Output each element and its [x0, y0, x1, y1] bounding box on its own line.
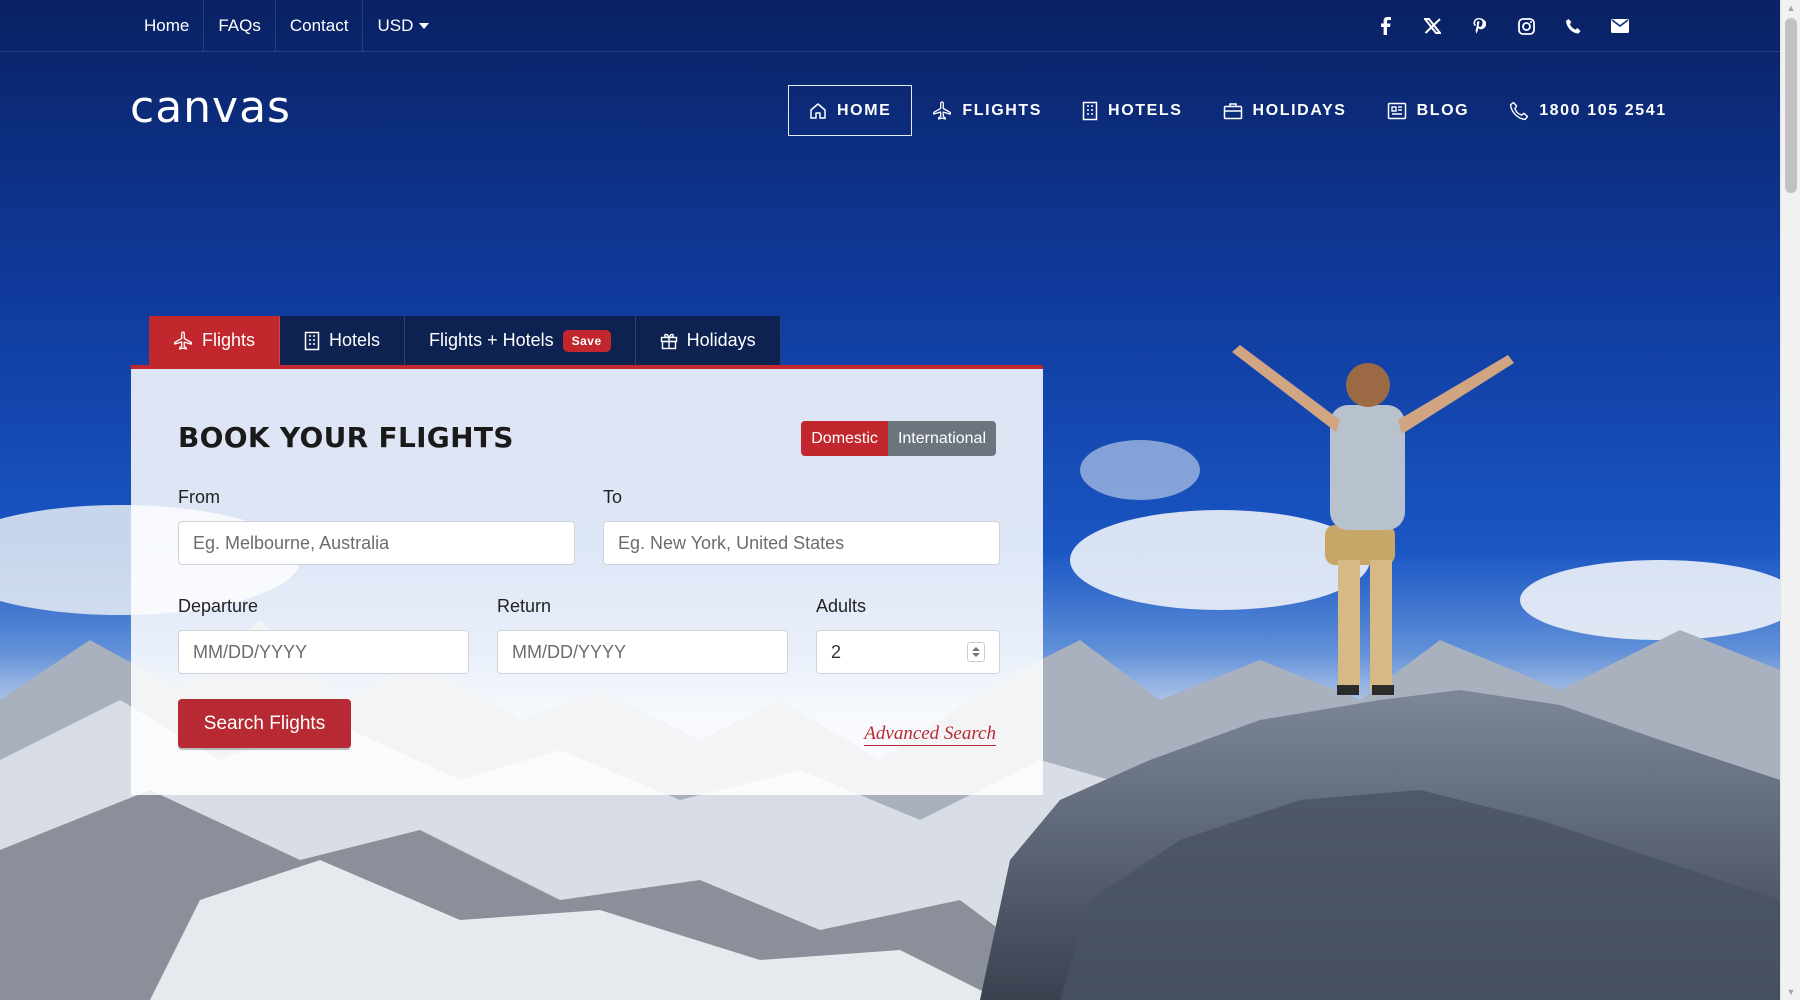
tab-flights[interactable]: Flights: [149, 316, 281, 365]
top-link-contact[interactable]: Contact: [276, 0, 364, 52]
nav-flights[interactable]: FLIGHTS: [912, 85, 1062, 136]
save-badge: Save: [562, 329, 611, 352]
phone-icon[interactable]: [1558, 12, 1588, 40]
to-input[interactable]: Eg. New York, United States: [603, 521, 1000, 565]
top-link-home[interactable]: Home: [130, 0, 205, 52]
nav-hotels-label: HOTELS: [1108, 101, 1183, 119]
domestic-button[interactable]: Domestic: [801, 421, 888, 456]
x-icon[interactable]: [1417, 12, 1447, 40]
nav-phone[interactable]: 1800 105 2541: [1489, 85, 1687, 136]
plane-icon: [933, 100, 952, 120]
booking-panel: BOOK YOUR FLIGHTS Domestic International…: [131, 365, 1043, 795]
nav-holidays-label: HOLIDAYS: [1252, 101, 1347, 119]
newspaper-icon: [1387, 102, 1406, 119]
nav-blog-label: BLOG: [1416, 101, 1470, 119]
to-label: To: [603, 487, 623, 507]
building-icon: [304, 331, 320, 350]
nav-flights-label: FLIGHTS: [962, 101, 1043, 119]
caret-down-icon: [419, 23, 430, 29]
scroll-up-arrow-icon[interactable]: ▲: [1781, 0, 1800, 16]
search-flights-button[interactable]: Search Flights: [178, 699, 351, 748]
scroll-thumb[interactable]: [1785, 18, 1797, 193]
from-label: From: [178, 487, 220, 507]
tab-flights-label: Flights: [202, 330, 256, 350]
from-input[interactable]: Eg. Melbourne, Australia: [178, 521, 575, 565]
departure-date-input[interactable]: MM/DD/YYYY: [178, 630, 469, 674]
adults-label: Adults: [816, 596, 867, 616]
tab-flights-hotels[interactable]: Flights + Hotels Save: [405, 316, 636, 365]
page-title: BOOK YOUR FLIGHTS: [178, 421, 514, 454]
currency-label: USD: [377, 16, 414, 35]
nav-hotels[interactable]: HOTELS: [1062, 85, 1203, 136]
nav-holidays[interactable]: HOLIDAYS: [1203, 85, 1367, 136]
nav-blog[interactable]: BLOG: [1367, 85, 1490, 136]
home-icon: [810, 102, 826, 119]
suitcase-icon: [1223, 102, 1242, 119]
return-label: Return: [497, 596, 552, 616]
tab-hotels[interactable]: Hotels: [280, 316, 406, 365]
return-date-input[interactable]: MM/DD/YYYY: [497, 630, 788, 674]
stepper-arrows-icon[interactable]: [967, 642, 985, 662]
international-button[interactable]: International: [887, 421, 996, 456]
tab-holidays-label: Holidays: [686, 330, 756, 350]
adults-value: 2: [831, 642, 842, 662]
page-scrollbar[interactable]: ▲ ▼: [1780, 0, 1800, 1000]
social-links: [1370, 12, 1635, 40]
tab-hotels-label: Hotels: [329, 330, 381, 350]
tab-holidays[interactable]: Holidays: [635, 316, 781, 365]
booking-tabs: Flights Hotels Flights + Hotels Save Hol…: [149, 316, 781, 365]
pinterest-icon[interactable]: [1464, 12, 1494, 40]
nav-phone-label: 1800 105 2541: [1539, 101, 1667, 119]
currency-dropdown[interactable]: USD: [363, 0, 443, 52]
top-links: Home FAQs Contact USD: [130, 0, 443, 52]
top-bar: Home FAQs Contact USD: [0, 0, 1780, 52]
nav-home-label: HOME: [837, 101, 892, 119]
plane-icon: [174, 330, 192, 350]
facebook-icon[interactable]: [1370, 12, 1400, 40]
adults-stepper[interactable]: 2: [816, 630, 1000, 674]
nav-home[interactable]: HOME: [788, 85, 913, 136]
top-link-faqs[interactable]: FAQs: [204, 0, 276, 52]
mail-icon[interactable]: [1605, 12, 1635, 40]
main-navigation: HOME FLIGHTS HOTELS HOLIDAYS BLOG 1800 1…: [788, 85, 1687, 136]
phone-icon: [1510, 101, 1529, 120]
departure-label: Departure: [178, 596, 259, 616]
building-icon: [1082, 101, 1098, 120]
flight-type-toggle: Domestic International: [801, 421, 996, 456]
site-logo[interactable]: canvas: [130, 82, 291, 134]
advanced-search-link[interactable]: Advanced Search: [864, 723, 996, 746]
tab-flights-hotels-label: Flights + Hotels: [429, 330, 554, 350]
scroll-down-arrow-icon[interactable]: ▼: [1781, 984, 1800, 1000]
gift-icon: [660, 333, 677, 349]
instagram-icon[interactable]: [1511, 12, 1541, 40]
